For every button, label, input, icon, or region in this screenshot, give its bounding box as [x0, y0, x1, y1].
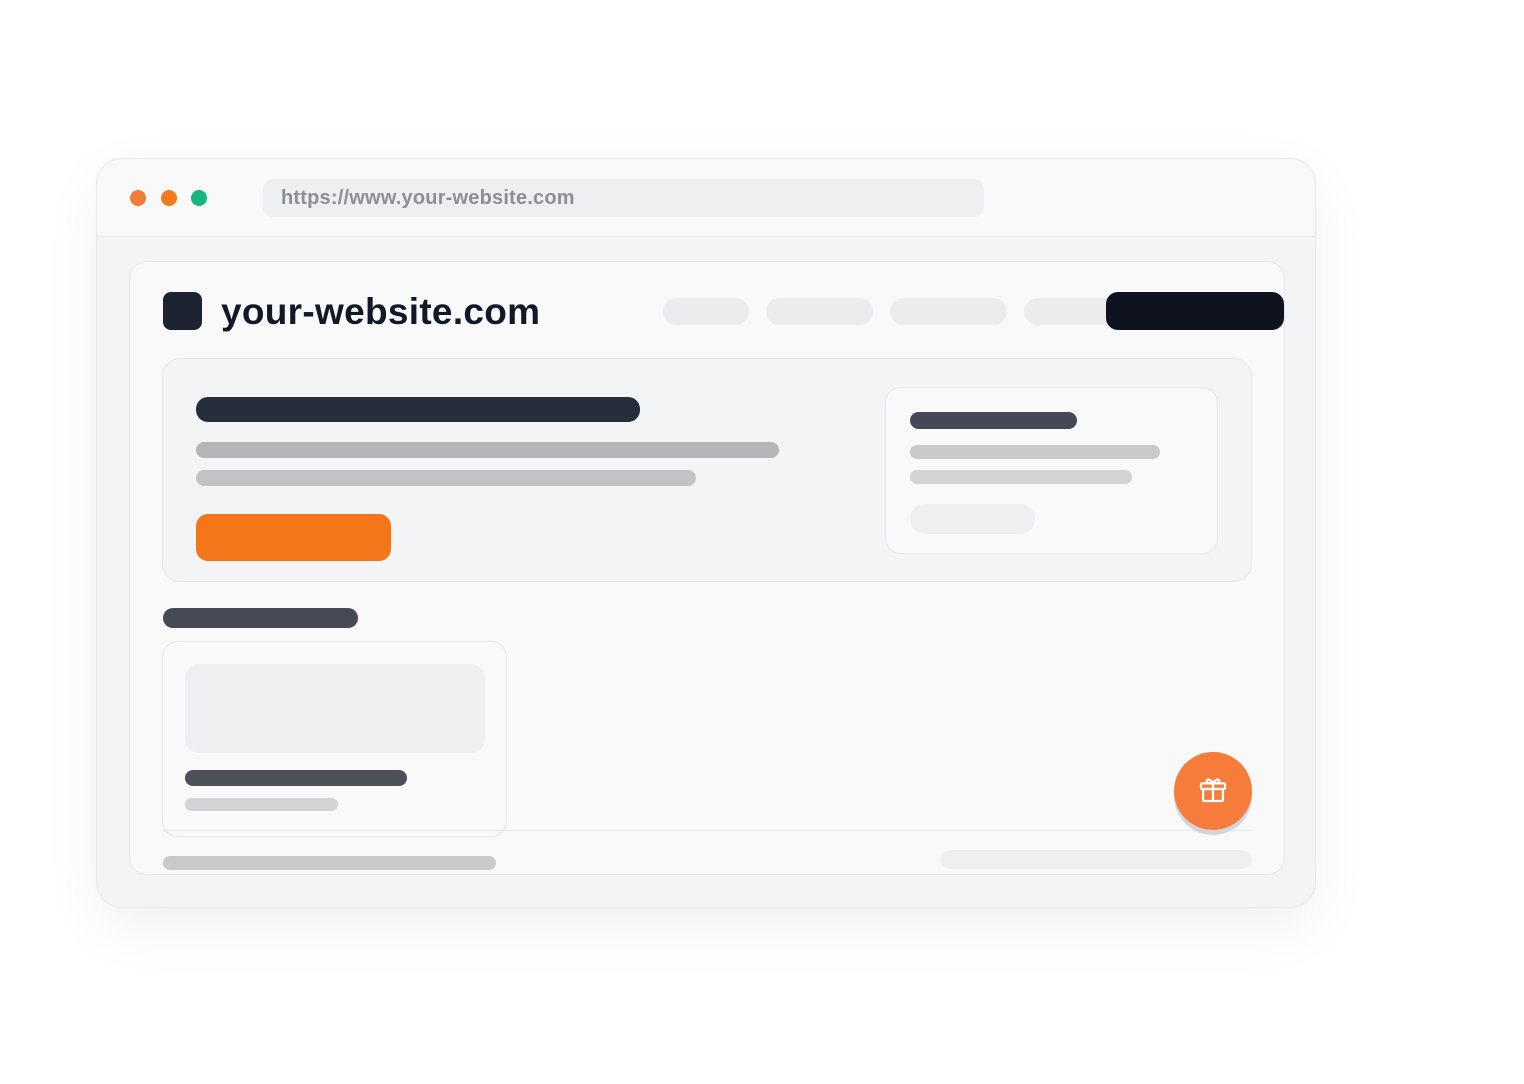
section-heading-placeholder: [163, 608, 358, 628]
footer-divider: [162, 830, 1252, 831]
stage: https://www.your-website.com your-websit…: [0, 0, 1524, 1084]
site-title[interactable]: your-website.com: [221, 290, 540, 334]
info-card-button[interactable]: [910, 504, 1035, 534]
product-image-placeholder: [185, 664, 485, 753]
product-title-placeholder: [185, 770, 407, 786]
hero-text-line-2: [196, 470, 696, 486]
website-page: your-website.com: [129, 261, 1285, 875]
gift-fab-button[interactable]: [1174, 752, 1252, 830]
hero-section: [162, 358, 1252, 582]
hero-info-card: [885, 387, 1218, 554]
info-card-text-line-2: [910, 470, 1132, 484]
browser-window: https://www.your-website.com your-websit…: [96, 158, 1316, 908]
footer-link-placeholder[interactable]: [940, 850, 1252, 869]
minimize-window-dot[interactable]: [161, 190, 177, 206]
browser-titlebar: https://www.your-website.com: [97, 159, 1315, 237]
product-card[interactable]: [162, 641, 507, 837]
nav-item-3[interactable]: [890, 298, 1007, 325]
header-cta-button[interactable]: [1106, 292, 1284, 330]
info-card-heading-placeholder: [910, 412, 1077, 429]
site-logo[interactable]: [163, 292, 202, 330]
hero-cta-button[interactable]: [196, 514, 391, 561]
hero-text-line-1: [196, 442, 779, 458]
nav-item-1[interactable]: [663, 298, 749, 325]
gift-icon: [1196, 772, 1230, 811]
product-subtitle-placeholder: [185, 798, 338, 811]
nav-item-2[interactable]: [766, 298, 873, 325]
address-bar-url: https://www.your-website.com: [281, 187, 575, 209]
hero-heading-placeholder: [196, 397, 640, 422]
close-window-dot[interactable]: [130, 190, 146, 206]
maximize-window-dot[interactable]: [191, 190, 207, 206]
address-bar[interactable]: https://www.your-website.com: [263, 179, 984, 217]
info-card-text-line-1: [910, 445, 1160, 459]
footer-text-placeholder: [163, 856, 496, 870]
